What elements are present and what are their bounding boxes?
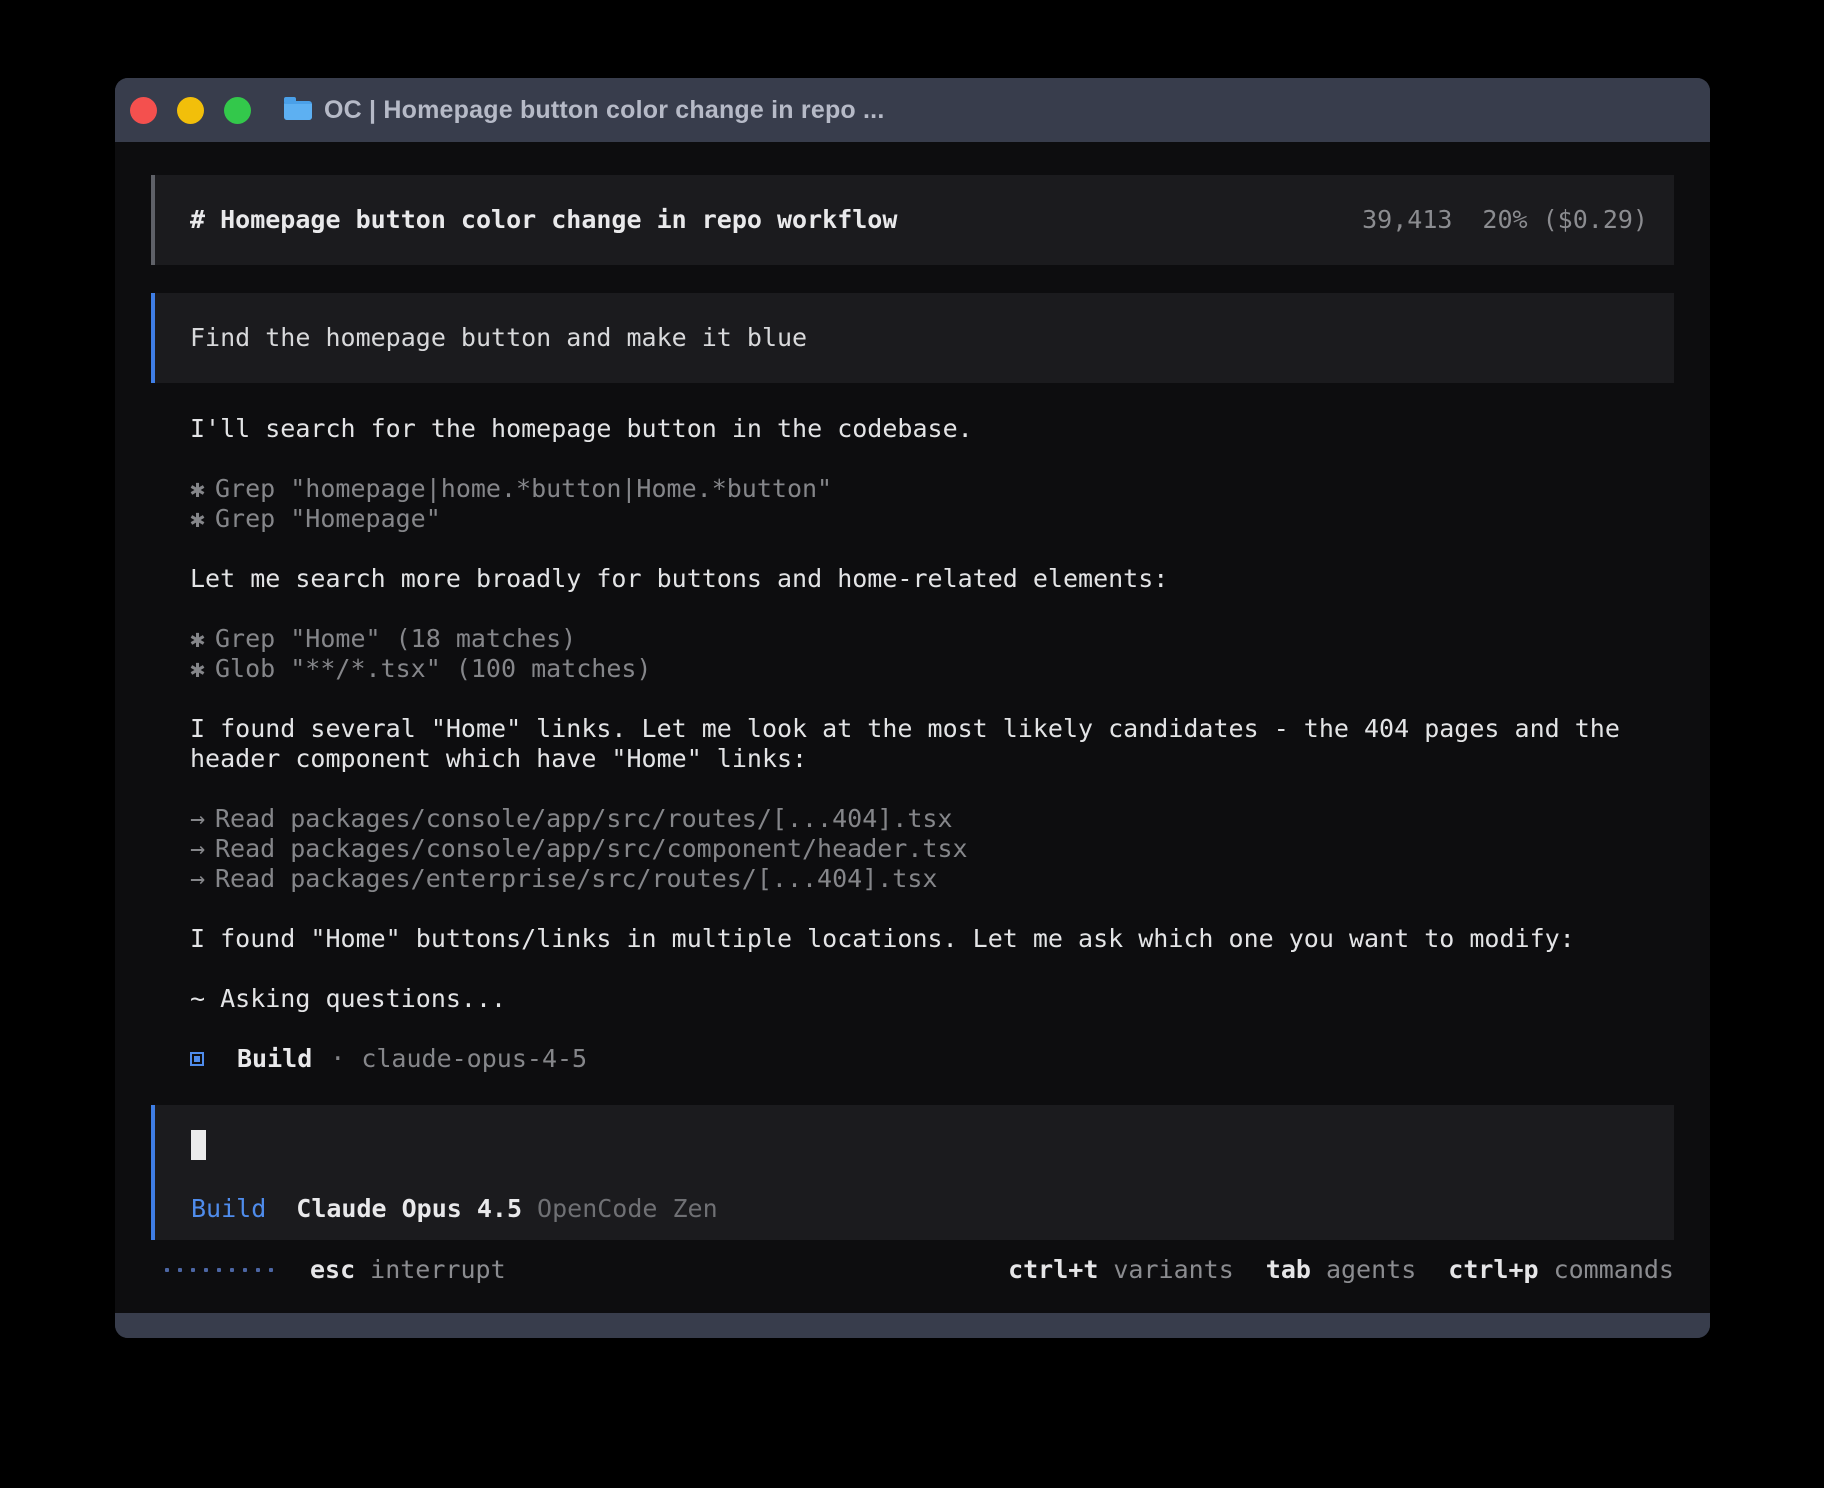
maximize-button[interactable] <box>224 97 251 124</box>
user-message: Find the homepage button and make it blu… <box>151 293 1674 383</box>
hint-label: variants <box>1113 1255 1233 1285</box>
tool-call-label: Read packages/enterprise/src/routes/[...… <box>215 864 937 893</box>
tool-call-label: Read packages/console/app/src/component/… <box>215 834 968 863</box>
arrow-right-icon: → <box>190 804 215 834</box>
spinner-dot <box>243 1268 247 1272</box>
spinner-dot <box>256 1268 260 1272</box>
spacer <box>190 1014 1674 1044</box>
spacer <box>190 684 1674 714</box>
tool-call: ✱Grep "homepage|home.*button|Home.*butto… <box>190 474 1674 504</box>
agent-build-icon <box>190 1052 204 1066</box>
agent-status: Build · claude-opus-4-5 <box>190 1044 1674 1074</box>
spacer <box>190 594 1674 624</box>
close-button[interactable] <box>130 97 157 124</box>
agent-name: Build <box>237 1044 312 1074</box>
asterisk-icon: ✱ <box>190 654 215 684</box>
hint-key: tab <box>1266 1255 1311 1285</box>
keyboard-hints: ctrl+t variants tab agents ctrl+p commands <box>1008 1255 1674 1285</box>
esc-label: interrupt <box>370 1255 505 1285</box>
tool-call-label: Grep "Home" (18 matches) <box>215 624 576 653</box>
token-count: 39,413 <box>1362 205 1452 234</box>
spacer <box>190 774 1674 804</box>
asterisk-icon: ✱ <box>190 504 215 534</box>
input-agent[interactable]: Build <box>191 1194 266 1224</box>
tool-call-label: Glob "**/*.tsx" (100 matches) <box>215 654 652 683</box>
hint-key: ctrl+t <box>1008 1255 1098 1285</box>
terminal-window: OC | Homepage button color change in rep… <box>115 78 1710 1338</box>
hint-agents: tab agents <box>1266 1255 1416 1285</box>
arrow-right-icon: → <box>190 834 215 864</box>
input-model-line: Build Claude Opus 4.5 OpenCode Zen <box>191 1194 1639 1224</box>
dot-separator: · <box>330 1044 345 1074</box>
conversation: I'll search for the homepage button in t… <box>190 414 1674 1074</box>
agent-model: claude-opus-4-5 <box>361 1044 587 1074</box>
asterisk-icon: ✱ <box>190 474 215 504</box>
assistant-text: I'll search for the homepage button in t… <box>190 414 1674 444</box>
hint-variants: ctrl+t variants <box>1008 1255 1234 1285</box>
prompt-input[interactable]: Build Claude Opus 4.5 OpenCode Zen <box>151 1105 1674 1240</box>
working-status: ~ Asking questions... <box>190 984 1674 1014</box>
window-title: OC | Homepage button color change in rep… <box>324 96 884 125</box>
spinner-dot <box>230 1268 234 1272</box>
tool-call: ✱Grep "Homepage" <box>190 504 1674 534</box>
asterisk-icon: ✱ <box>190 624 215 654</box>
tool-call: →Read packages/console/app/src/routes/[.… <box>190 804 1674 834</box>
hint-commands: ctrl+p commands <box>1448 1255 1674 1285</box>
tool-call: ✱Glob "**/*.tsx" (100 matches) <box>190 654 1674 684</box>
window-controls <box>130 97 251 124</box>
text-cursor <box>191 1130 206 1160</box>
esc-key-hint: esc <box>310 1255 355 1285</box>
spinner-dot <box>204 1268 208 1272</box>
arrow-right-icon: → <box>190 864 215 894</box>
context-cost: 20% ($0.29) <box>1482 205 1648 234</box>
assistant-text: Let me search more broadly for buttons a… <box>190 564 1674 594</box>
session-header: # Homepage button color change in repo w… <box>151 175 1674 265</box>
spacer <box>190 534 1674 564</box>
titlebar[interactable]: OC | Homepage button color change in rep… <box>115 78 1710 142</box>
spacer <box>190 954 1674 984</box>
spinner-dot <box>191 1268 195 1272</box>
hint-label: agents <box>1326 1255 1416 1285</box>
user-message-text: Find the homepage button and make it blu… <box>190 323 807 353</box>
assistant-text: I found several "Home" links. Let me loo… <box>190 714 1674 774</box>
spinner-dot <box>178 1268 182 1272</box>
tool-call-label: Read packages/console/app/src/routes/[..… <box>215 804 953 833</box>
spacer <box>190 894 1674 924</box>
input-model[interactable]: Claude Opus 4.5 <box>296 1194 522 1224</box>
spinner-dot <box>217 1268 221 1272</box>
tool-call: ✱Grep "Home" (18 matches) <box>190 624 1674 654</box>
hint-label: commands <box>1554 1255 1674 1285</box>
status-bar: esc interrupt ctrl+t variants tab agents c… <box>151 1255 1674 1285</box>
window-bottom-bar <box>115 1313 1710 1338</box>
spinner-dot <box>165 1268 169 1272</box>
tool-call: →Read packages/enterprise/src/routes/[..… <box>190 864 1674 894</box>
spinner-dot <box>269 1268 273 1272</box>
hint-key: ctrl+p <box>1448 1255 1538 1285</box>
input-provider: OpenCode Zen <box>537 1194 718 1224</box>
tool-call-label: Grep "homepage|home.*button|Home.*button… <box>215 474 832 503</box>
assistant-text: I found "Home" buttons/links in multiple… <box>190 924 1674 954</box>
spacer <box>190 444 1674 474</box>
folder-icon <box>284 101 312 120</box>
session-stats: 39,413 20% ($0.29) <box>1362 205 1648 235</box>
session-title: # Homepage button color change in repo w… <box>190 205 897 235</box>
tool-call-label: Grep "Homepage" <box>215 504 441 533</box>
minimize-button[interactable] <box>177 97 204 124</box>
terminal-content: # Homepage button color change in repo w… <box>115 142 1710 1313</box>
tool-call: →Read packages/console/app/src/component… <box>190 834 1674 864</box>
spinner-dots <box>165 1268 273 1272</box>
